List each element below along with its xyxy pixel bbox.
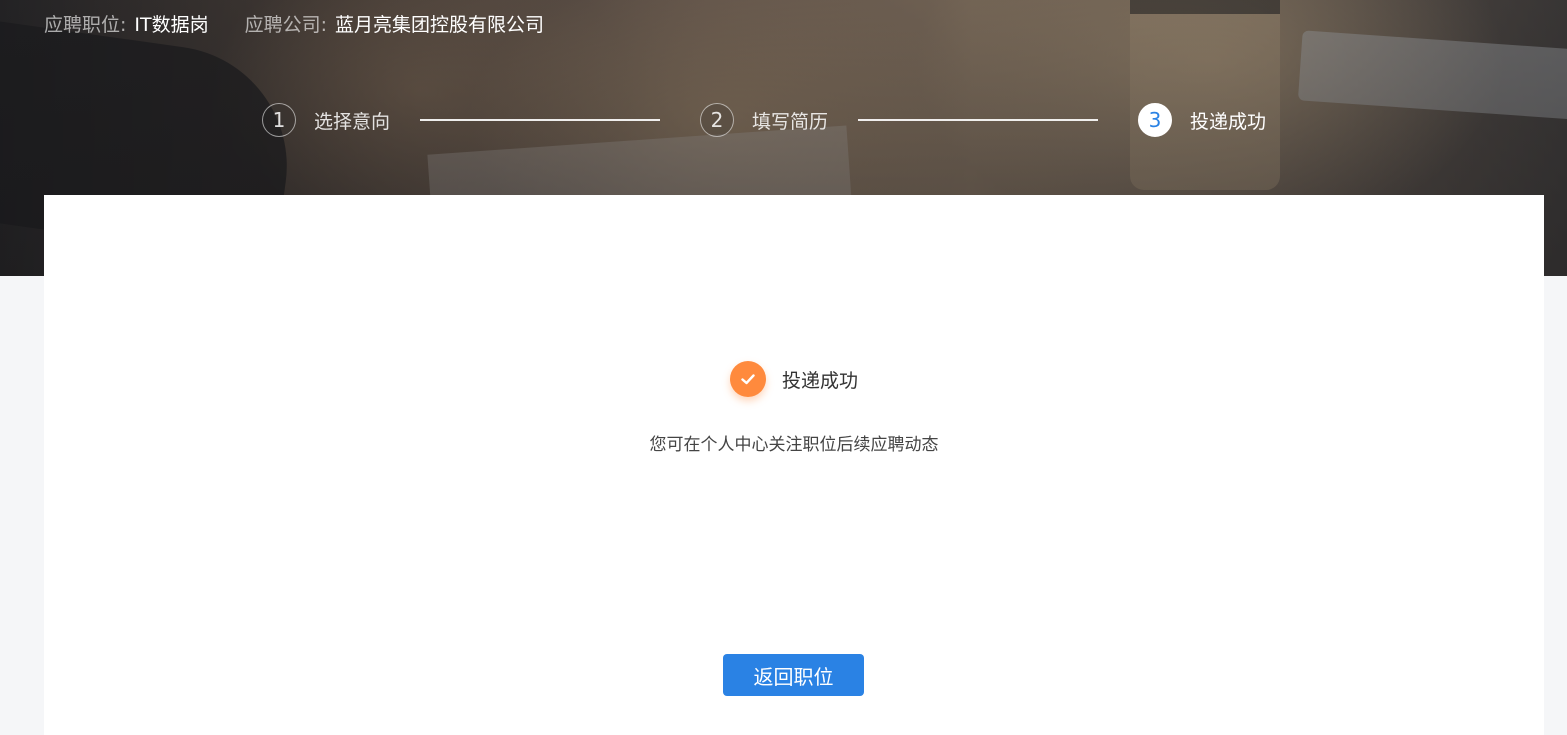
result-subtitle: 您可在个人中心关注职位后续应聘动态 [649, 435, 939, 455]
step-submit-success: 3 投递成功 [1138, 103, 1266, 137]
step-number: 2 [700, 103, 735, 137]
step-number: 3 [1138, 103, 1173, 137]
position-label: 应聘职位: [44, 13, 127, 36]
back-to-positions-button[interactable]: 返回职位 [723, 654, 864, 696]
step-number: 1 [262, 103, 296, 137]
step-select-intention: 1 选择意向 [262, 103, 390, 137]
progress-steps: 1 选择意向 2 填写简历 3 投递成功 [262, 102, 1266, 138]
result-card: 投递成功 您可在个人中心关注职位后续应聘动态 返回职位 [44, 195, 1544, 735]
check-circle-icon [729, 361, 766, 397]
step-label: 投递成功 [1190, 110, 1267, 133]
step-connector [420, 119, 661, 121]
result-header: 投递成功 [44, 361, 1544, 397]
company-label: 应聘公司: [244, 13, 328, 36]
result-title: 投递成功 [781, 369, 858, 392]
step-connector [858, 119, 1099, 121]
application-info: 应聘职位: IT数据岗 应聘公司: 蓝月亮集团控股有限公司 [44, 8, 544, 38]
company-value: 蓝月亮集团控股有限公司 [335, 13, 545, 36]
step-label: 填写简历 [752, 110, 829, 133]
step-fill-resume: 2 填写简历 [700, 103, 828, 137]
step-label: 选择意向 [314, 110, 391, 133]
position-value: IT数据岗 [134, 13, 209, 36]
